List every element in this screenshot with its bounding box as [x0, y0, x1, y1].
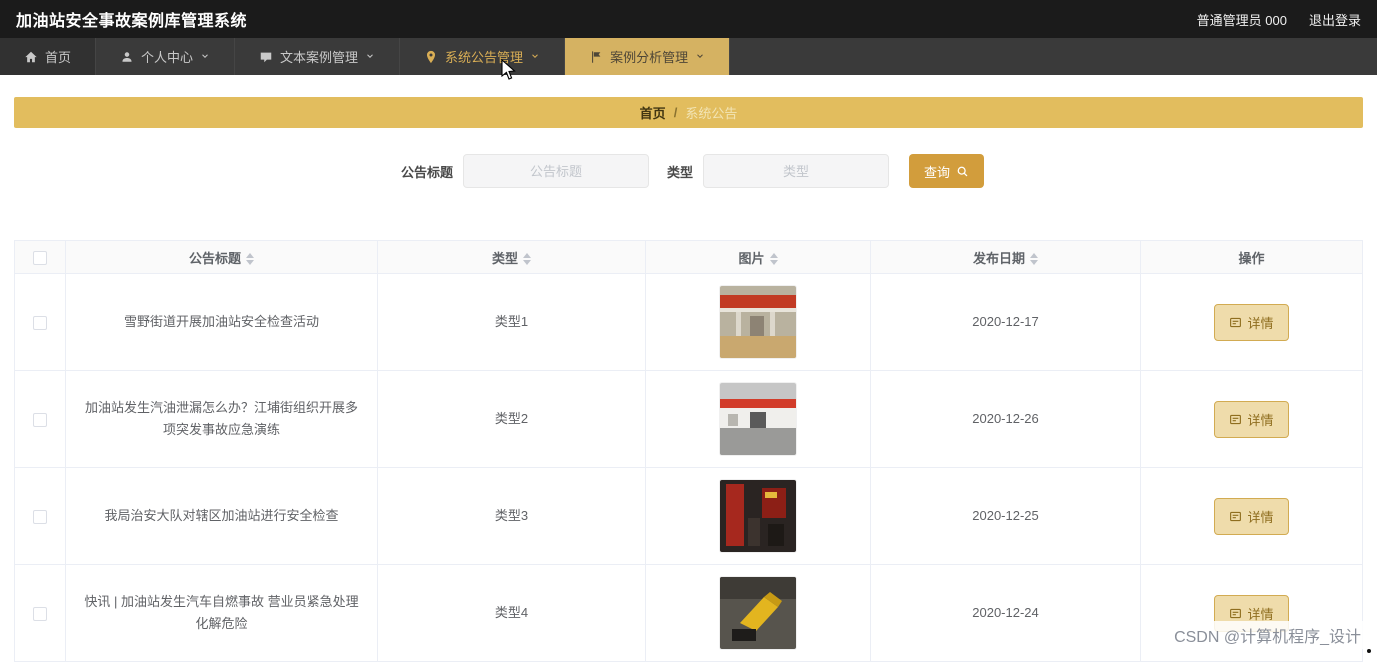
- publish-date: 2020-12-25: [870, 467, 1141, 565]
- announcement-image: [720, 286, 796, 358]
- chat-icon: [259, 50, 273, 64]
- document-icon: [1230, 608, 1242, 618]
- table-row: 我局治安大队对辖区加油站进行安全检查 类型3 2020-12-25 详情: [14, 467, 1363, 565]
- search-icon: [957, 166, 968, 176]
- sort-icon[interactable]: [769, 253, 778, 266]
- breadcrumb-current: 系统公告: [685, 106, 738, 121]
- column-header-date[interactable]: 发布日期: [870, 240, 1141, 274]
- search-button[interactable]: 查询: [909, 154, 985, 188]
- nav-item-case-analysis[interactable]: 案例分析管理: [565, 38, 731, 75]
- sort-icon[interactable]: [523, 253, 531, 266]
- table-header-row: 公告标题 类型 图片 发布日期 操作: [14, 240, 1363, 274]
- chevron-down-icon: [365, 49, 375, 64]
- home-icon: [24, 50, 38, 64]
- nav-item-label: 文本案例管理: [280, 50, 359, 65]
- document-icon: [1230, 414, 1242, 424]
- column-header-title[interactable]: 公告标题: [65, 240, 378, 274]
- watermark: CSDN @计算机程序_设计: [1168, 621, 1367, 649]
- current-user-label: 普通管理员 000: [1196, 12, 1287, 28]
- announcement-type: 类型2: [377, 370, 646, 468]
- logout-link[interactable]: 退出登录: [1309, 10, 1361, 29]
- detail-button[interactable]: 详情: [1214, 303, 1289, 341]
- announcement-title: 我局治安大队对辖区加油站进行安全检查: [65, 467, 378, 565]
- select-all-checkbox[interactable]: [33, 250, 47, 265]
- table-row: 加油站发生汽油泄漏怎么办？江埔街组织开展多项突发事故应急演练 类型2 2020-…: [14, 370, 1363, 468]
- detail-button[interactable]: 详情: [1214, 400, 1289, 438]
- type-search-input[interactable]: [703, 154, 889, 188]
- nav-item-profile[interactable]: 个人中心: [96, 38, 236, 75]
- detail-button[interactable]: 详情: [1214, 497, 1289, 535]
- column-header-image[interactable]: 图片: [645, 240, 871, 274]
- chevron-down-icon: [200, 49, 210, 64]
- table-row: 雪野街道开展加油站安全检查活动 类型1 2020-12-17 详情: [14, 273, 1363, 371]
- announcement-type: 类型1: [377, 273, 646, 371]
- announcement-type: 类型4: [377, 564, 646, 662]
- sort-icon[interactable]: [1030, 253, 1038, 266]
- announcement-type: 类型3: [377, 467, 646, 565]
- announcement-image: [720, 480, 796, 552]
- nav-item-label: 系统公告管理: [445, 50, 524, 65]
- publish-date: 2020-12-17: [870, 273, 1141, 371]
- column-header-type[interactable]: 类型: [377, 240, 646, 274]
- sort-icon[interactable]: [246, 253, 254, 266]
- table-row: 快讯 | 加油站发生汽车自燃事故 营业员紧急处理化解危险 类型4 2020-12…: [14, 564, 1363, 662]
- user-icon: [120, 50, 134, 64]
- publish-date: 2020-12-24: [870, 564, 1141, 662]
- app-header: 加油站安全事故案例库管理系统 普通管理员 000 退出登录: [0, 0, 1377, 38]
- nav-item-text-cases[interactable]: 文本案例管理: [235, 38, 401, 75]
- document-icon: [1230, 317, 1242, 327]
- chevron-down-icon: [530, 49, 540, 64]
- row-checkbox[interactable]: [33, 412, 47, 427]
- chevron-down-icon: [695, 49, 705, 64]
- breadcrumb: 首页 / 系统公告: [14, 97, 1363, 128]
- row-checkbox[interactable]: [33, 315, 47, 330]
- select-all-header[interactable]: [14, 240, 66, 274]
- app-title: 加油站安全事故案例库管理系统: [16, 13, 248, 30]
- title-search-input[interactable]: [462, 154, 649, 188]
- announcement-image: [720, 383, 796, 455]
- breadcrumb-separator: /: [673, 105, 678, 120]
- column-header-actions: 操作: [1140, 240, 1363, 274]
- publish-date: 2020-12-26: [870, 370, 1141, 468]
- main-nav: 首页 个人中心 文本案例管理 系统公告管理 案例分析管理: [0, 38, 1377, 75]
- announcement-title: 加油站发生汽油泄漏怎么办？江埔街组织开展多项突发事故应急演练: [65, 370, 378, 468]
- document-icon: [1230, 511, 1242, 521]
- announcement-table: 公告标题 类型 图片 发布日期 操作 雪野街道开展加油站安全检查活动 类型1 2…: [14, 240, 1363, 662]
- search-button-label: 查询: [924, 164, 951, 180]
- row-checkbox[interactable]: [33, 509, 47, 524]
- breadcrumb-home-link[interactable]: 首页: [640, 103, 666, 122]
- flag-icon: [589, 50, 603, 64]
- title-search-label: 公告标题: [400, 164, 453, 180]
- row-checkbox[interactable]: [33, 606, 47, 621]
- announcement-image: [720, 577, 796, 649]
- search-bar: 公告标题 类型 查询: [0, 154, 1377, 188]
- type-search-label: 类型: [666, 164, 693, 180]
- announcement-title: 快讯 | 加油站发生汽车自燃事故 营业员紧急处理化解危险: [65, 564, 378, 662]
- nav-item-label: 首页: [45, 50, 72, 65]
- pin-icon: [424, 50, 438, 64]
- nav-item-label: 个人中心: [141, 50, 194, 65]
- announcement-title: 雪野街道开展加油站安全检查活动: [65, 273, 378, 371]
- nav-item-label: 案例分析管理: [610, 50, 689, 65]
- nav-item-home[interactable]: 首页: [0, 38, 97, 75]
- corner-dot: [1367, 649, 1371, 653]
- nav-item-announcements[interactable]: 系统公告管理: [400, 38, 566, 75]
